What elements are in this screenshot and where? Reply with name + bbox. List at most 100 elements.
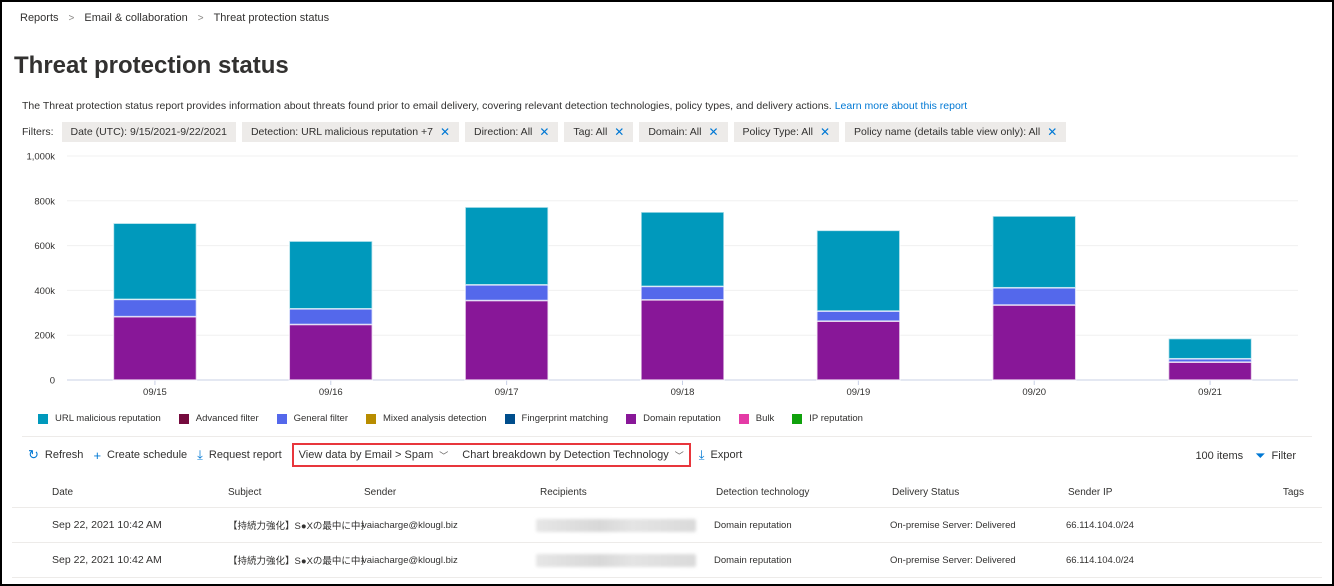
column-header-sender[interactable]: Sender: [364, 487, 540, 498]
filter-chip-detection[interactable]: Detection: URL malicious reputation +7 ✕: [241, 122, 459, 142]
view-data-dropdown[interactable]: View data by Email > Spam ﹀: [299, 449, 449, 462]
legend-label: IP reputation: [809, 413, 863, 424]
breadcrumb: Reports > Email & collaboration > Threat…: [20, 12, 329, 24]
filter-chip-label: Policy name (details table view only): A…: [854, 126, 1041, 138]
request-report-label: Request report: [208, 449, 282, 461]
cell-subject: 【持続力強化】S●Xの最中に中折れし...: [228, 521, 364, 532]
legend-item[interactable]: General filter: [276, 413, 348, 424]
cell-date: Sep 22, 2021 10:42 AM: [52, 554, 162, 566]
legend-label: URL malicious reputation: [55, 413, 161, 424]
x-tick-label: 09/15: [143, 387, 167, 398]
legend-item[interactable]: Fingerprint matching: [504, 413, 609, 424]
cell-recipients: [536, 518, 714, 532]
filter-button[interactable]: ⏷ Filter: [1255, 448, 1296, 464]
filter-chip-policy-name[interactable]: Policy name (details table view only): A…: [845, 122, 1067, 142]
column-header-detection[interactable]: Detection technology: [716, 487, 892, 498]
column-header-delivery-status[interactable]: Delivery Status: [892, 487, 1068, 498]
legend-swatch: [366, 413, 377, 424]
x-tick-label: 09/17: [495, 387, 519, 398]
chevron-right-icon: >: [197, 12, 204, 24]
breadcrumb-email-collaboration[interactable]: Email & collaboration: [84, 12, 187, 24]
chart-breakdown-dropdown[interactable]: Chart breakdown by Detection Technology ﹀: [462, 449, 684, 462]
legend-item[interactable]: URL malicious reputation: [38, 413, 161, 424]
description-text: The Threat protection status report prov…: [22, 100, 832, 112]
breadcrumb-reports[interactable]: Reports: [20, 12, 59, 24]
learn-more-link[interactable]: Learn more about this report: [835, 100, 968, 112]
legend-swatch: [276, 413, 287, 424]
breadcrumb-current: Threat protection status: [213, 12, 330, 24]
filter-chip-label: Domain: All: [648, 126, 702, 138]
filter-chip-direction[interactable]: Direction: All ✕: [465, 122, 559, 142]
close-icon[interactable]: ✕: [1047, 126, 1057, 138]
request-report-button[interactable]: ⤓ Request report: [197, 447, 282, 463]
refresh-label: Refresh: [44, 449, 84, 461]
stacked-bar-chart: 0 200k 400k 600k 800k 1,000k 09/15 09/16 09/17 09…: [26, 152, 1298, 398]
table-row[interactable]: Sep 22, 2021 10:42 AM 【持続力強化】S●Xの最中に中折れし…: [12, 543, 1322, 578]
legend-swatch: [626, 413, 637, 424]
bar-segment: [464, 299, 549, 381]
legend-item[interactable]: IP reputation: [792, 413, 863, 424]
redacted-recipients: [536, 553, 696, 567]
table-row[interactable]: Sep 22, 2021 10:42 AM 【持続力強化】S●Xの最中に中折れし…: [12, 508, 1322, 543]
bar-segment: [816, 310, 901, 322]
legend-swatch: [38, 413, 48, 424]
download-icon: ⤓: [698, 447, 705, 462]
cell-sender-ip: 66.114.104.0/24: [1066, 554, 1134, 566]
download-icon: ⤓: [197, 447, 203, 462]
create-schedule-label: Create schedule: [107, 449, 188, 461]
view-data-label: View data by Email > Spam: [298, 449, 434, 461]
legend-label: Fingerprint matching: [521, 413, 609, 424]
column-header-subject[interactable]: Subject: [188, 487, 364, 498]
bar-segment: [816, 229, 901, 312]
filter-chip-label: Detection: URL malicious reputation +7: [250, 126, 433, 138]
view-options-highlight: View data by Email > Spam ﹀ Chart breakdo…: [291, 443, 691, 467]
y-tick-label: 200k: [34, 331, 55, 342]
close-icon[interactable]: ✕: [614, 126, 624, 138]
bar-segment: [112, 315, 198, 381]
legend-swatch: [504, 413, 515, 424]
cell-delivery-status: On-premise Server: Delivered: [890, 519, 1016, 531]
legend-item[interactable]: Domain reputation: [626, 413, 721, 424]
bar-segment: [640, 211, 725, 288]
filter-chip-date[interactable]: Date (UTC): 9/15/2021-9/22/2021: [61, 122, 236, 142]
column-header-recipients[interactable]: Recipients: [540, 487, 716, 498]
column-header-sender-ip[interactable]: Sender IP: [1068, 487, 1218, 498]
close-icon[interactable]: ✕: [820, 126, 830, 138]
bar-segment: [1167, 337, 1253, 360]
filter-chip-tag[interactable]: Tag: All ✕: [564, 122, 634, 142]
filter-chip-label: Date (UTC): 9/15/2021-9/22/2021: [70, 126, 227, 138]
bar-segment: [991, 215, 1077, 289]
page-title: Threat protection status: [14, 52, 289, 79]
plus-icon: +: [93, 447, 102, 463]
export-button[interactable]: ⤓ Export: [699, 447, 743, 463]
column-header-date[interactable]: Date: [12, 487, 188, 498]
cell-detection: Domain reputation: [714, 519, 792, 531]
create-schedule-button[interactable]: + Create schedule: [93, 448, 187, 463]
cell-sender: vaiacharge@klougl.biz: [362, 554, 458, 566]
close-icon[interactable]: ✕: [708, 126, 718, 138]
filter-bar: Filters: Date (UTC): 9/15/2021-9/22/2021…: [22, 122, 1067, 142]
legend-item[interactable]: Advanced filter: [178, 413, 259, 424]
bar-segment: [1167, 361, 1253, 381]
legend-item[interactable]: Bulk: [738, 413, 774, 424]
bar-segment: [112, 298, 198, 318]
column-header-tags[interactable]: Tags: [1218, 487, 1322, 498]
bar-segment: [991, 286, 1077, 306]
chart-legend: URL malicious reputation Advanced filter G…: [38, 413, 863, 424]
cell-sender-ip: 66.114.104.0/24: [1066, 519, 1134, 531]
filter-chip-domain[interactable]: Domain: All ✕: [639, 122, 728, 142]
legend-item[interactable]: Mixed analysis detection: [366, 413, 487, 424]
y-tick-label: 800k: [34, 196, 55, 207]
cell-subject: 【持続力強化】S●Xの最中に中折れし...: [228, 556, 364, 567]
y-tick-label: 0: [50, 376, 55, 387]
x-tick-label: 09/16: [319, 387, 343, 398]
close-icon[interactable]: ✕: [539, 126, 549, 138]
legend-swatch: [178, 413, 189, 424]
filter-chip-label: Direction: All: [474, 126, 533, 138]
table-header: Date Subject Sender Recipients Detection…: [12, 478, 1322, 508]
filter-chip-policy-type[interactable]: Policy Type: All ✕: [733, 122, 840, 142]
cell-recipients: [536, 553, 714, 567]
refresh-button[interactable]: ↻ Refresh: [28, 447, 83, 463]
close-icon[interactable]: ✕: [440, 126, 450, 138]
bar-segment: [112, 222, 198, 301]
